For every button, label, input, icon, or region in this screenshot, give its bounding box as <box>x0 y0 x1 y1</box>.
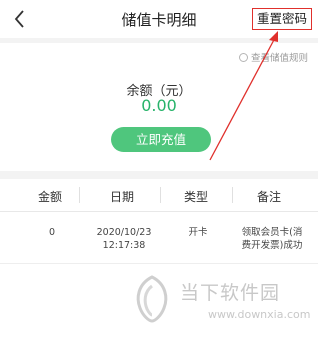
table-row[interactable]: 0 2020/10/23 12:17:38 开卡 领取会员卡(消 费开发票)成功 <box>0 212 318 264</box>
cell-date-day: 2020/10/23 <box>96 227 152 238</box>
column-divider <box>232 187 233 203</box>
section-divider <box>0 171 318 179</box>
column-divider <box>160 187 161 203</box>
balance-value: 0.00 <box>141 96 177 115</box>
cell-note-line1: 领取会员卡(消 <box>241 227 303 238</box>
cell-note: 领取会员卡(消 费开发票)成功 <box>232 226 312 252</box>
watermark-title: 当下软件园 <box>180 282 281 304</box>
column-date: 日期 <box>110 190 135 204</box>
reset-password-button[interactable]: 重置密码 <box>252 8 312 30</box>
watermark-logo-icon <box>136 275 168 323</box>
row-divider <box>0 263 318 264</box>
recharge-button[interactable]: 立即充值 <box>111 127 211 152</box>
column-type: 类型 <box>184 190 209 204</box>
table-header: 金额 日期 类型 备注 <box>0 179 318 212</box>
view-rules-label: 查看储值规则 <box>250 53 308 64</box>
cell-note-line2: 费开发票)成功 <box>241 240 303 251</box>
watermark-url: www.downxia.com <box>208 308 311 321</box>
column-divider <box>79 187 80 203</box>
cell-type: 开卡 <box>188 227 208 238</box>
column-amount: 金额 <box>38 190 63 204</box>
view-rules-link[interactable]: 查看储值规则 <box>238 50 308 64</box>
watermark: 当下软件园 www.downxia.com <box>130 270 315 330</box>
info-icon <box>238 52 248 62</box>
cell-date: 2020/10/23 12:17:38 <box>88 226 160 252</box>
header-divider <box>0 38 318 43</box>
column-note: 备注 <box>257 190 282 204</box>
cell-date-time: 12:17:38 <box>102 240 146 251</box>
header-bar: 储值卡明细 重置密码 <box>0 0 318 38</box>
cell-amount: 0 <box>48 227 56 238</box>
